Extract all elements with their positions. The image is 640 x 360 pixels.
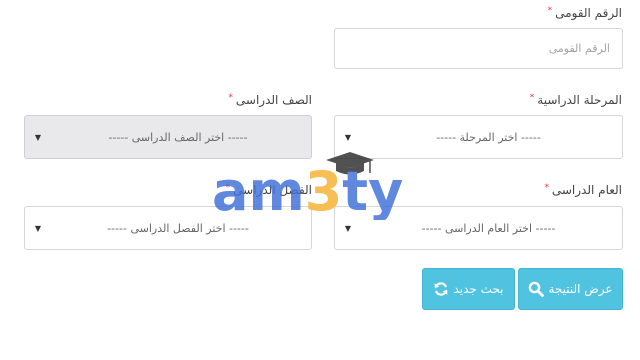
- new-search-label: بحث جديد: [453, 282, 504, 296]
- required-mark: *: [529, 93, 535, 103]
- grade-label-text: الصف الدراسى: [235, 93, 312, 107]
- show-result-label: عرض النتيجة: [548, 282, 613, 296]
- show-result-button[interactable]: عرض النتيجة: [518, 268, 623, 310]
- national-id-label: الرقم القومى*: [548, 6, 622, 20]
- term-select-value: ----- اختر الفصل الدراسى -----: [107, 221, 249, 235]
- term-label-text: الفصل الدراسى: [233, 183, 312, 197]
- chevron-down-icon: ▼: [34, 132, 42, 142]
- stage-select[interactable]: ----- اختر المرحلة ----- ▼: [334, 115, 623, 159]
- required-mark: *: [544, 183, 549, 193]
- grade-select-value: ----- اختر الصف الدراسى -----: [108, 130, 248, 144]
- required-mark: *: [547, 6, 553, 16]
- term-label: الفصل الدراسى*: [226, 183, 312, 197]
- stage-select-value: ----- اختر المرحلة -----: [436, 130, 541, 144]
- chevron-down-icon: ▼: [34, 223, 42, 233]
- refresh-icon: [433, 281, 449, 297]
- required-mark: *: [228, 93, 233, 103]
- national-id-label-text: الرقم القومى: [555, 6, 622, 20]
- national-id-input[interactable]: [334, 28, 623, 69]
- new-search-button[interactable]: بحث جديد: [422, 268, 515, 310]
- stage-label: المرحلة الدراسية*: [530, 93, 622, 107]
- search-icon: [528, 281, 545, 297]
- year-label-text: العام الدراسى: [551, 183, 622, 197]
- year-select[interactable]: ----- اختر العام الدراسى ----- ▼: [334, 206, 623, 250]
- term-select[interactable]: ----- اختر الفصل الدراسى ----- ▼: [24, 206, 312, 250]
- stage-label-text: المرحلة الدراسية: [537, 93, 622, 107]
- chevron-down-icon: ▼: [344, 223, 352, 233]
- grade-select[interactable]: ----- اختر الصف الدراسى ----- ▼: [24, 115, 312, 159]
- year-select-value: ----- اختر العام الدراسى -----: [421, 221, 556, 235]
- required-mark: *: [225, 183, 231, 193]
- year-label: العام الدراسى*: [544, 183, 622, 197]
- chevron-down-icon: ▼: [344, 132, 352, 142]
- grade-label: الصف الدراسى*: [228, 93, 312, 107]
